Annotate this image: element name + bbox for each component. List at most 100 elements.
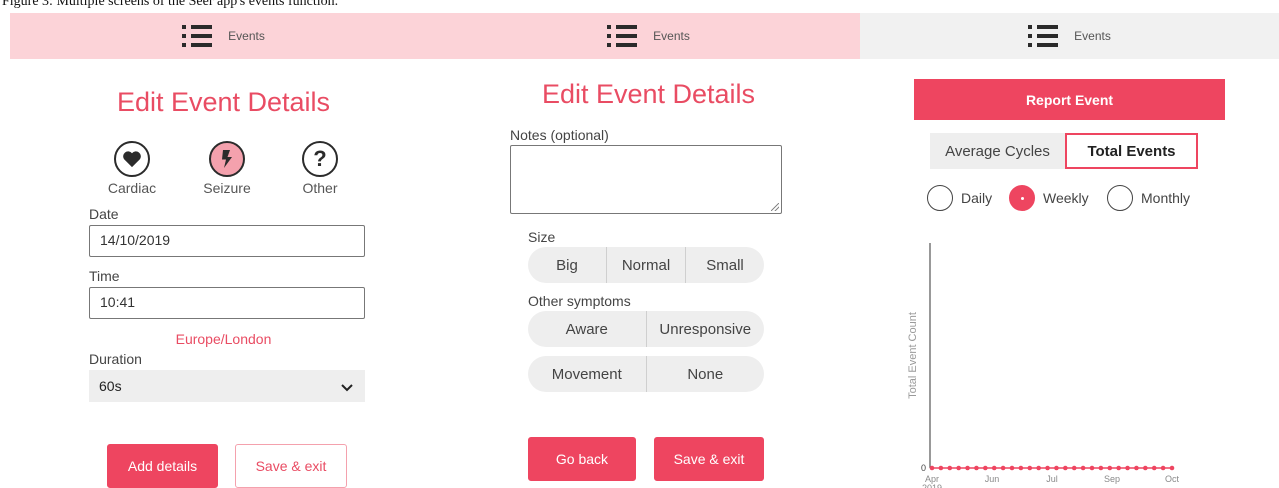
menu-icon[interactable] bbox=[1028, 25, 1059, 47]
edit-event-screen: Events Edit Event Details Cardiac Seizur… bbox=[10, 13, 437, 488]
toggle-average-cycles[interactable]: Average Cycles bbox=[930, 133, 1065, 169]
data-point bbox=[1045, 465, 1050, 471]
top-bar: Events bbox=[437, 13, 860, 59]
data-point bbox=[965, 465, 970, 471]
event-type-label: Other bbox=[302, 180, 338, 196]
top-bar: Events bbox=[860, 13, 1279, 59]
x-tick-label: Jul bbox=[1046, 474, 1058, 484]
chevron-down-icon bbox=[341, 379, 353, 395]
data-point bbox=[956, 465, 961, 471]
event-type-cardiac[interactable]: Cardiac bbox=[102, 141, 162, 196]
data-point bbox=[1107, 465, 1113, 471]
data-point bbox=[1000, 465, 1006, 471]
x-tick-label: Apr 2019 bbox=[922, 474, 942, 488]
size-option-normal[interactable]: Normal bbox=[606, 247, 685, 283]
data-point bbox=[1036, 465, 1041, 471]
data-point bbox=[1160, 465, 1166, 471]
page-title: Edit Event Details bbox=[541, 79, 756, 109]
radio-label: Monthly bbox=[1141, 190, 1191, 206]
notes-textarea[interactable] bbox=[510, 145, 782, 214]
report-event-button[interactable]: Report Event bbox=[914, 79, 1225, 120]
date-label: Date bbox=[89, 206, 119, 222]
menu-icon[interactable] bbox=[182, 25, 213, 47]
tab-label-events[interactable]: Events bbox=[228, 29, 265, 43]
size-option-small[interactable]: Small bbox=[685, 247, 764, 283]
radio-label: Weekly bbox=[1043, 190, 1089, 206]
add-details-button[interactable]: Add details bbox=[107, 444, 218, 488]
total-events-chart: Total Event Count 0Apr 2019 Jun Jul Sep Oct bbox=[907, 243, 1180, 488]
data-point bbox=[1018, 465, 1024, 471]
radio-weekly[interactable]: Weekly bbox=[1009, 185, 1089, 211]
date-field[interactable]: 14/10/2019 bbox=[89, 225, 365, 257]
radio-daily[interactable]: Daily bbox=[927, 185, 992, 211]
radio-monthly[interactable]: Monthly bbox=[1107, 185, 1190, 211]
duration-select[interactable]: 60s bbox=[89, 370, 365, 402]
time-label: Time bbox=[89, 268, 120, 284]
data-point bbox=[947, 465, 953, 471]
data-point bbox=[1063, 465, 1068, 471]
data-point bbox=[1009, 465, 1015, 471]
top-bar: Events bbox=[10, 13, 437, 59]
data-point bbox=[983, 465, 988, 471]
heart-icon bbox=[114, 141, 150, 177]
x-tick-label: Oct bbox=[1165, 474, 1180, 484]
size-selector: Big Normal Small bbox=[528, 247, 764, 283]
notes-label: Notes (optional) bbox=[510, 127, 609, 143]
data-point bbox=[1143, 465, 1148, 471]
radio-circle-icon bbox=[1107, 185, 1133, 211]
save-exit-button[interactable]: Save & exit bbox=[654, 437, 764, 481]
symptom-option-aware[interactable]: Aware bbox=[528, 311, 646, 347]
question-icon: ? bbox=[302, 141, 338, 177]
time-field[interactable]: 10:41 bbox=[89, 287, 365, 319]
go-back-button[interactable]: Go back bbox=[528, 437, 636, 481]
event-type-label: Cardiac bbox=[107, 180, 157, 196]
radio-circle-icon bbox=[927, 185, 953, 211]
data-point bbox=[1098, 465, 1104, 471]
event-type-label: Seizure bbox=[203, 180, 251, 196]
data-point bbox=[1125, 465, 1130, 471]
duration-value: 60s bbox=[99, 378, 122, 394]
symptoms-selector-row2: Movement None bbox=[528, 356, 764, 392]
data-point bbox=[1071, 465, 1077, 471]
symptoms-label: Other symptoms bbox=[528, 293, 631, 309]
symptom-option-none[interactable]: None bbox=[645, 356, 765, 392]
menu-icon[interactable] bbox=[607, 25, 638, 47]
radio-circle-icon bbox=[1009, 185, 1035, 211]
data-point bbox=[938, 465, 944, 471]
timezone-label: Europe/London bbox=[175, 331, 272, 347]
data-point bbox=[1089, 465, 1095, 471]
data-point bbox=[1080, 465, 1086, 471]
page-title: Edit Event Details bbox=[116, 87, 331, 117]
figure-caption: Figure 3: Multiple screens of the Seer a… bbox=[2, 0, 339, 9]
symptom-option-unresponsive[interactable]: Unresponsive bbox=[645, 311, 765, 347]
size-option-big[interactable]: Big bbox=[528, 247, 606, 283]
edit-event-details-screen: Events Edit Event Details Notes (optiona… bbox=[437, 13, 860, 488]
tab-label-events[interactable]: Events bbox=[653, 29, 690, 43]
metric-toggle: Average Cycles Total Events bbox=[930, 133, 1198, 169]
event-type-seizure[interactable]: Seizure bbox=[197, 141, 257, 196]
tab-label-events[interactable]: Events bbox=[1074, 29, 1111, 43]
data-point bbox=[1151, 465, 1157, 471]
data-point bbox=[1169, 465, 1175, 471]
event-type-other[interactable]: ? Other bbox=[290, 141, 350, 196]
symptoms-selector-row1: Aware Unresponsive bbox=[528, 311, 764, 347]
size-label: Size bbox=[528, 229, 556, 245]
lightning-icon bbox=[209, 141, 245, 177]
save-exit-button[interactable]: Save & exit bbox=[235, 444, 347, 488]
toggle-total-events[interactable]: Total Events bbox=[1065, 133, 1198, 169]
y-axis-label: Total Event Count bbox=[907, 312, 919, 399]
data-point bbox=[1116, 465, 1121, 471]
symptom-option-movement[interactable]: Movement bbox=[528, 356, 646, 392]
x-tick-label: Jun bbox=[985, 474, 1000, 484]
data-point bbox=[1054, 465, 1059, 471]
events-chart-screen: Events Report Event Average Cycles Total… bbox=[860, 13, 1279, 488]
radio-label: Daily bbox=[961, 190, 993, 206]
y-tick-label: 0 bbox=[921, 463, 926, 473]
data-point bbox=[974, 465, 979, 471]
data-point bbox=[1027, 465, 1033, 471]
data-point bbox=[929, 465, 935, 471]
data-point bbox=[991, 465, 997, 471]
resize-handle-icon[interactable] bbox=[771, 203, 779, 211]
x-tick-label: Sep bbox=[1104, 474, 1120, 484]
data-point bbox=[1134, 465, 1139, 471]
